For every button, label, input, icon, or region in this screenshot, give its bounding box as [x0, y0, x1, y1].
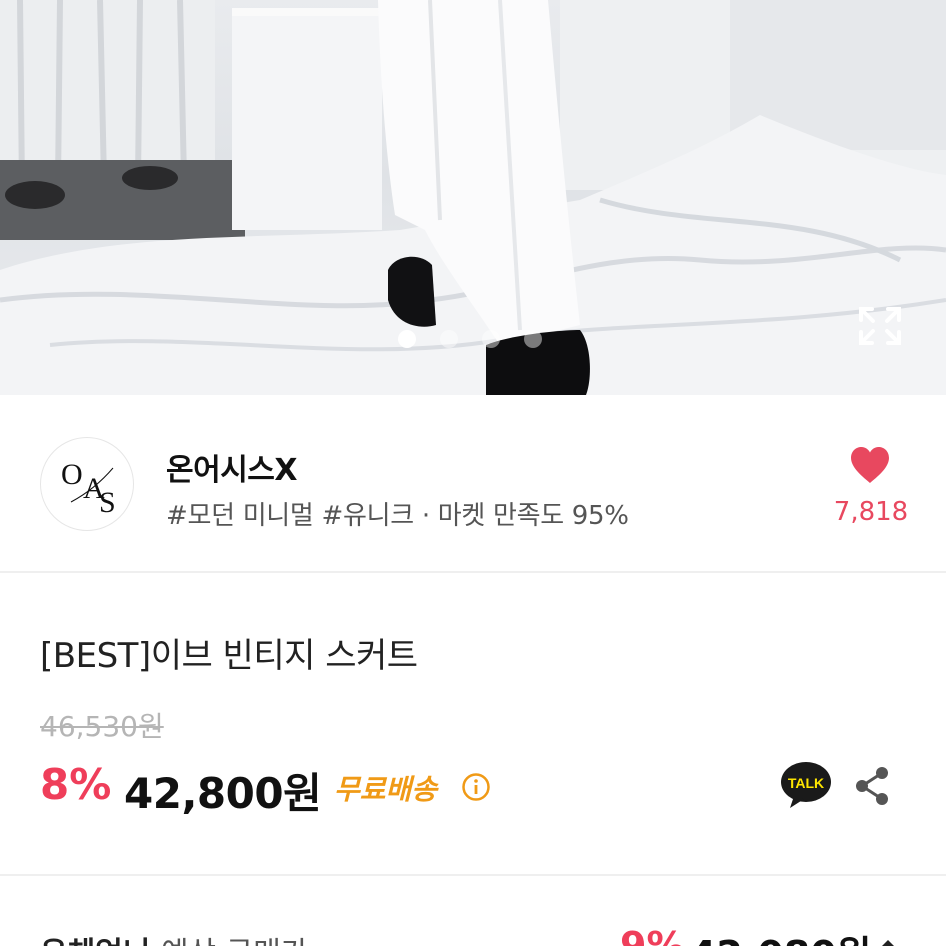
store-name[interactable]: 온어시스X: [166, 445, 298, 489]
original-price: 46,530원: [40, 710, 164, 743]
sale-price: 42,800원: [124, 769, 322, 818]
expected-price-label: 우체엄니 예상 구매가: [40, 928, 308, 946]
like-count: 7,818: [833, 497, 909, 527]
svg-text:S: S: [99, 486, 116, 519]
carousel-dot-4[interactable]: [524, 330, 542, 348]
info-icon[interactable]: [461, 772, 491, 802]
talk-label: TALK: [788, 775, 824, 791]
svg-text:O: O: [61, 458, 83, 491]
store-tags: #모던 미니멀 #유니크 · 마켓 만족도 95%: [166, 501, 629, 531]
carousel-dot-2[interactable]: [440, 330, 458, 348]
carousel-dot-1[interactable]: [398, 330, 416, 348]
discount-rate: 8%: [40, 760, 112, 809]
share-icon[interactable]: [852, 765, 892, 807]
store-info[interactable]: O A S 온어시스X #모던 미니멀 #유니크 · 마켓 만족도 95%: [0, 395, 946, 573]
product-image[interactable]: [0, 0, 946, 395]
expected-price-label-sub: 예상 구매가: [161, 936, 309, 946]
expected-price-row[interactable]: 우체엄니 예상 구매가 9% 42,080원: [0, 876, 946, 946]
expected-price: 42,080원: [690, 924, 872, 946]
chevron-up-icon[interactable]: [876, 934, 900, 946]
expected-price-label-bold: 우체엄니: [40, 936, 150, 946]
heart-icon[interactable]: [849, 445, 891, 485]
carousel-indicator: [398, 330, 542, 348]
expand-icon[interactable]: [856, 304, 904, 348]
kakao-talk-button[interactable]: TALK: [780, 760, 832, 810]
store-logo[interactable]: O A S: [40, 437, 134, 531]
carousel-dot-3[interactable]: [482, 330, 500, 348]
free-shipping-badge: 무료배송: [334, 773, 438, 806]
product-title: [BEST]이브 빈티지 스커트: [40, 636, 418, 676]
expected-discount: 9%: [620, 924, 685, 946]
